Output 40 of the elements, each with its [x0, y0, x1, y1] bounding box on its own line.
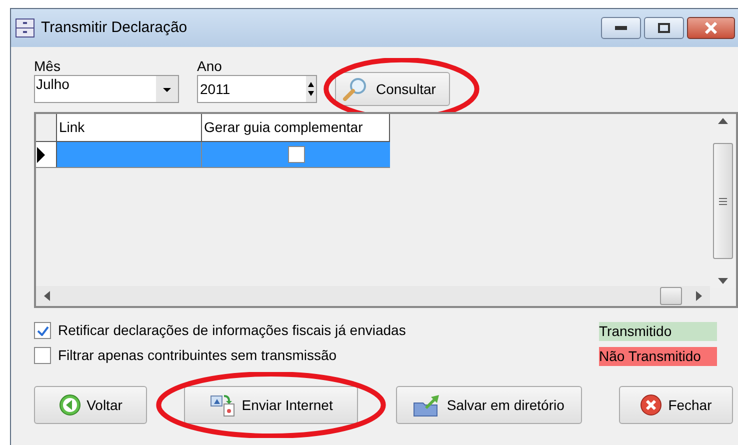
- close-button[interactable]: [687, 17, 735, 39]
- scroll-down-icon: [718, 278, 728, 284]
- current-row-icon: [36, 146, 46, 162]
- folder-arrow-icon: [412, 393, 441, 417]
- back-button[interactable]: Voltar: [34, 386, 147, 424]
- grip-icon: [719, 198, 727, 204]
- scrollbar-thumb[interactable]: [713, 143, 733, 259]
- month-label: Mês: [34, 57, 62, 75]
- checkbox[interactable]: [34, 347, 51, 364]
- checkbox[interactable]: [288, 146, 304, 163]
- column-header: Gerar guia complementar: [202, 114, 390, 141]
- send-button[interactable]: Enviar Internet: [184, 386, 358, 424]
- save-button[interactable]: Salvar em diretório: [396, 386, 582, 424]
- cancel-icon: [640, 394, 662, 416]
- checkbox[interactable]: [34, 322, 51, 339]
- cabinet-icon: [15, 18, 35, 38]
- scrollbar-thumb[interactable]: [660, 287, 682, 305]
- scroll-right-icon: [696, 291, 702, 301]
- checkbox-label: Filtrar apenas contribuintes sem transmissão: [58, 346, 337, 365]
- scroll-left-icon: [44, 291, 50, 301]
- spin-arrows-icon: [306, 76, 316, 102]
- magnifier-icon: [342, 77, 368, 101]
- close-dialog-button[interactable]: Fechar: [618, 386, 733, 424]
- horizontal-scrollbar[interactable]: [36, 286, 710, 306]
- status-legend: Transmitido: [599, 322, 717, 341]
- window-title: Transmitir Declaração: [41, 18, 188, 38]
- status-legend: Não Transmitido: [599, 347, 717, 366]
- checkbox-label: Retificar declarações de informações fiscais já enviadas: [58, 321, 406, 340]
- column-header: Link: [57, 114, 202, 141]
- minimize-icon: [615, 26, 627, 30]
- maximize-button[interactable]: [644, 17, 684, 39]
- year-label: Ano: [197, 57, 223, 75]
- minimize-button[interactable]: [601, 17, 641, 39]
- month-dropdown[interactable]: Julho: [34, 75, 179, 103]
- year-spinner[interactable]: 2011: [197, 75, 317, 103]
- consult-button[interactable]: Consultar: [335, 72, 450, 106]
- close-icon: [704, 22, 718, 34]
- document-transfer-icon: [210, 393, 236, 417]
- scroll-up-icon: [718, 118, 728, 124]
- maximize-icon: [658, 23, 670, 33]
